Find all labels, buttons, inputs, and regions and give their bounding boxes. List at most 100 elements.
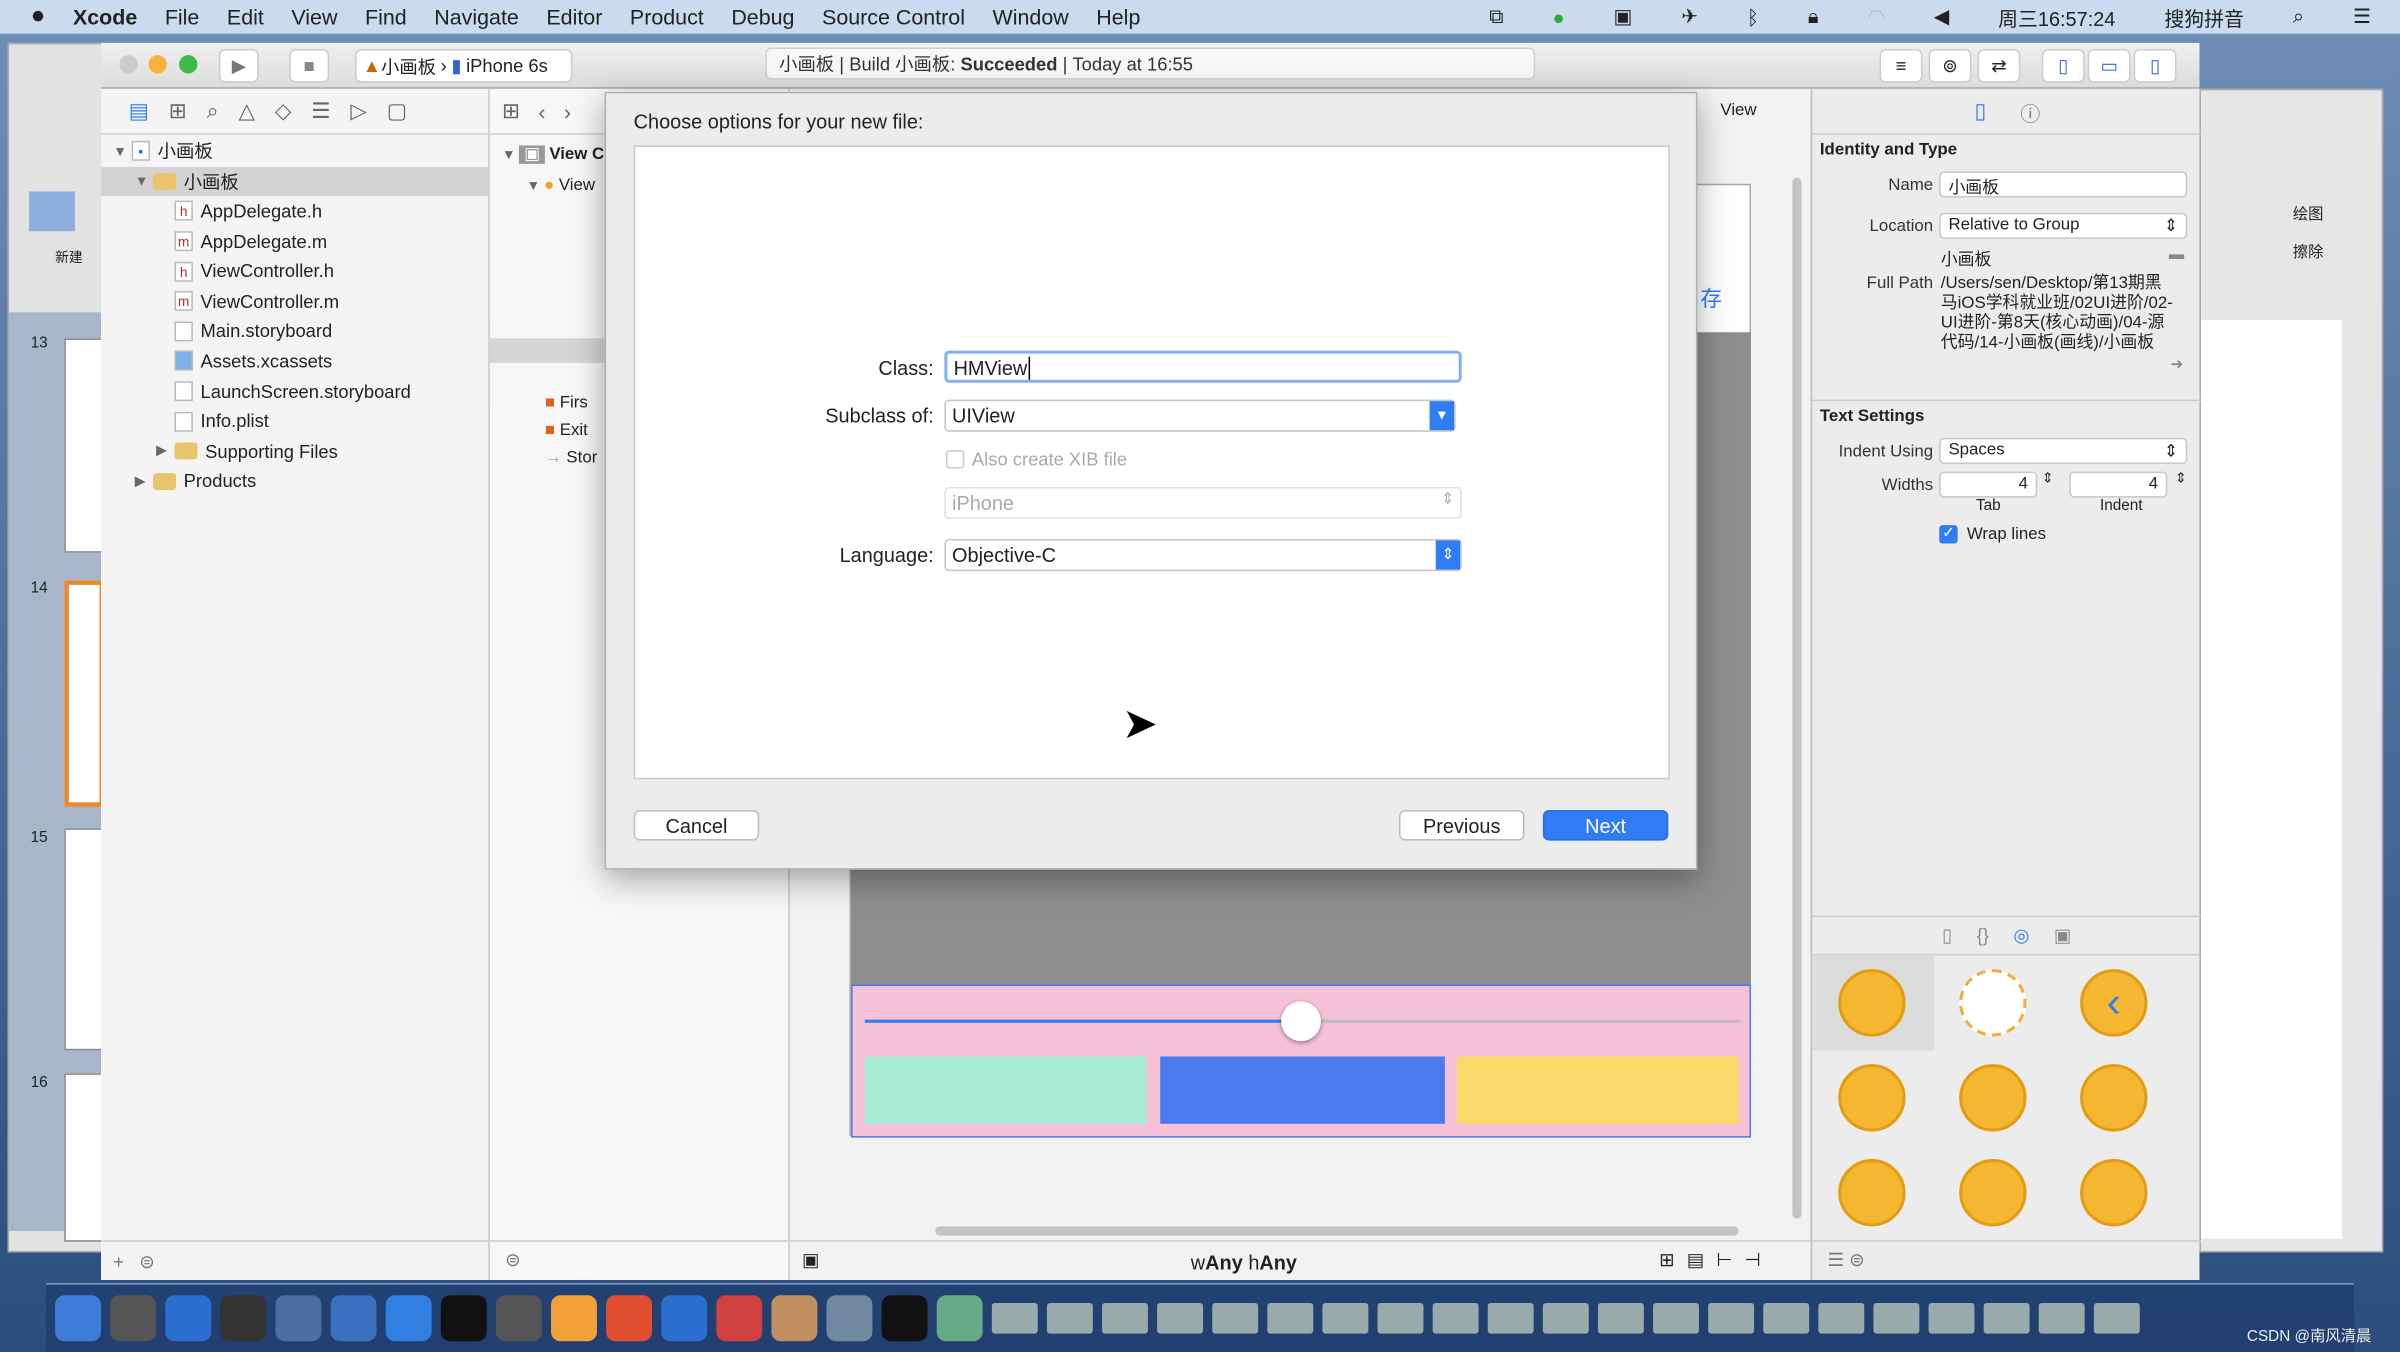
- media-library-icon[interactable]: ▣: [2054, 925, 2071, 946]
- dock-app-icon[interactable]: [1983, 1302, 2030, 1334]
- indent-stepper[interactable]: ⇕: [2175, 470, 2187, 487]
- dock-app-icon[interactable]: [716, 1295, 763, 1342]
- zoom-button[interactable]: [179, 55, 198, 74]
- dock-app-icon[interactable]: [1377, 1302, 1424, 1334]
- related-items-icon[interactable]: ⊞: [502, 98, 520, 124]
- menu-source-control[interactable]: Source Control: [822, 5, 965, 29]
- menu-navigate[interactable]: Navigate: [434, 5, 519, 29]
- wrap-lines-label[interactable]: Wrap lines: [1967, 525, 2046, 543]
- dock-app-icon[interactable]: [275, 1295, 322, 1342]
- dock-app-icon[interactable]: [1267, 1302, 1314, 1334]
- vertical-scrollbar[interactable]: [1792, 177, 1802, 1219]
- save-button-fragment[interactable]: 存: [1700, 283, 1721, 314]
- list-icon[interactable]: ☰: [2353, 5, 2371, 29]
- folder-icon[interactable]: ▤: [129, 98, 149, 124]
- airplane-icon[interactable]: ✈: [1681, 5, 1698, 29]
- lock-icon[interactable]: 🔒︎: [1808, 5, 1819, 29]
- file-tree-item[interactable]: LaunchScreen.storyboard: [101, 376, 488, 406]
- outline-storyboard-entry[interactable]: → Stor: [545, 449, 597, 467]
- file-tree-item[interactable]: h ViewController.h: [101, 256, 488, 286]
- dock-app-icon[interactable]: [2093, 1302, 2140, 1334]
- dock-app-icon[interactable]: [1708, 1302, 1755, 1334]
- menu-file[interactable]: File: [165, 5, 200, 29]
- tab-width-field[interactable]: 4: [1939, 471, 2038, 498]
- draw-label[interactable]: 绘图: [2293, 201, 2324, 224]
- apple-menu-icon[interactable]: ●: [31, 3, 46, 31]
- add-icon[interactable]: +: [113, 1250, 124, 1271]
- stepper-icon[interactable]: ⇕: [1435, 540, 1461, 570]
- bluetooth-icon[interactable]: ᛒ: [1747, 5, 1759, 28]
- wifi-icon[interactable]: ◠: [1867, 5, 1884, 29]
- file-tree-item[interactable]: ▼ ▪ 小画板: [101, 136, 488, 166]
- file-tree-item[interactable]: ▶ Supporting Files: [101, 436, 488, 466]
- horizontal-scrollbar[interactable]: [935, 1226, 1739, 1236]
- tab-bar-controller-icon[interactable]: [2080, 1064, 2148, 1132]
- editor-version-button[interactable]: ⇄: [1977, 48, 2021, 83]
- filter-icon[interactable]: ⊜: [139, 1250, 154, 1271]
- record-icon[interactable]: ●: [1552, 5, 1564, 28]
- help-icon[interactable]: ⓘ: [2020, 98, 2040, 127]
- menu-view[interactable]: View: [291, 5, 337, 29]
- dock-app-icon[interactable]: [936, 1295, 983, 1342]
- file-tree-item[interactable]: Main.storyboard: [101, 316, 488, 346]
- collection-view-controller-icon[interactable]: [1959, 1064, 2027, 1132]
- dock-app-icon[interactable]: [1653, 1302, 1699, 1334]
- dock-app-icon[interactable]: [1928, 1302, 1975, 1334]
- file-tree-item[interactable]: ▼ 小画板: [101, 166, 489, 197]
- toggle-navigator-button[interactable]: ▯: [2041, 48, 2085, 83]
- outline-exit[interactable]: ■ Exit: [545, 421, 588, 439]
- toolbar-view[interactable]: [851, 984, 1752, 1138]
- slide-thumb[interactable]: [64, 338, 105, 553]
- navigation-controller-icon[interactable]: ‹: [2080, 969, 2148, 1037]
- outline-toggle-icon[interactable]: ▣: [802, 1249, 819, 1270]
- dock-app-icon[interactable]: [1763, 1302, 1810, 1334]
- menu-edit[interactable]: Edit: [227, 5, 264, 29]
- glkit-view-controller-icon[interactable]: [2080, 1159, 2148, 1227]
- outline-first-responder[interactable]: ■ Firs: [545, 393, 588, 411]
- tab-stepper[interactable]: ⇕: [2042, 470, 2054, 487]
- location-select[interactable]: Relative to Group ⇕: [1939, 212, 2188, 239]
- new-slide-icon[interactable]: [29, 191, 75, 232]
- dock-app-icon[interactable]: [220, 1295, 267, 1342]
- dock-app-icon[interactable]: [1597, 1302, 1644, 1334]
- file-tree-item[interactable]: ▶ Products: [101, 466, 488, 496]
- dock-app-icon[interactable]: [606, 1295, 653, 1342]
- menu-debug[interactable]: Debug: [731, 5, 794, 29]
- slide-thumb[interactable]: [64, 1073, 105, 1242]
- test-icon[interactable]: ◇: [275, 98, 292, 124]
- xib-checkbox[interactable]: [945, 450, 965, 469]
- dock-app-icon[interactable]: [1212, 1302, 1259, 1334]
- green-color-button[interactable]: [864, 1056, 1147, 1124]
- scheme-selector[interactable]: ▲ 小画板 › ▮ iPhone 6s: [355, 48, 573, 83]
- dock-app-icon[interactable]: [991, 1302, 1038, 1334]
- previous-button[interactable]: Previous: [1398, 809, 1525, 841]
- file-tree-item[interactable]: m ViewController.m: [101, 286, 488, 316]
- run-button[interactable]: ▶: [218, 48, 259, 83]
- issue-icon[interactable]: △: [238, 98, 255, 124]
- close-button[interactable]: [119, 55, 138, 74]
- indent-width-field[interactable]: 4: [2069, 471, 2168, 498]
- dock-app-icon[interactable]: [661, 1295, 708, 1342]
- page-view-controller-icon[interactable]: [1959, 1159, 2027, 1227]
- find-icon[interactable]: ⌕: [207, 98, 219, 124]
- name-field[interactable]: 小画板: [1939, 171, 2188, 198]
- volume-icon[interactable]: ◀: [1934, 5, 1949, 29]
- outline-view[interactable]: ▼ ● View: [527, 176, 596, 194]
- wrap-lines-checkbox[interactable]: ✓: [1939, 525, 1958, 544]
- table-view-controller-icon[interactable]: [1838, 1064, 1906, 1132]
- file-tree-item[interactable]: Info.plist: [101, 406, 488, 436]
- size-class-control[interactable]: wAny hAny: [1191, 1251, 1297, 1274]
- dock-app-icon[interactable]: [2038, 1302, 2085, 1334]
- search-icon[interactable]: ⌕: [2293, 5, 2304, 29]
- menu-help[interactable]: Help: [1096, 5, 1140, 29]
- dock-app-icon[interactable]: [826, 1295, 873, 1342]
- disclosure-triangle-icon[interactable]: ▼: [135, 174, 153, 189]
- dock-app-icon[interactable]: [330, 1295, 377, 1342]
- dock-app-icon[interactable]: [110, 1295, 157, 1342]
- minimize-button[interactable]: [148, 55, 167, 74]
- dock-app-icon[interactable]: [55, 1295, 102, 1342]
- cancel-button[interactable]: Cancel: [633, 809, 760, 841]
- filter-icon[interactable]: ⊜: [489, 1240, 790, 1280]
- view-controller-icon[interactable]: [1838, 969, 1906, 1037]
- dock-app-icon[interactable]: [1322, 1302, 1369, 1334]
